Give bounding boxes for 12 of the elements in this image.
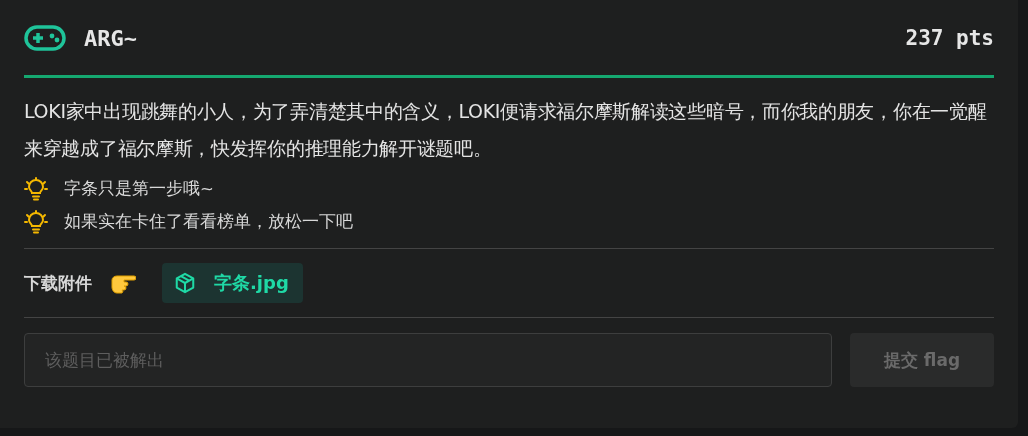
lightbulb-icon [24, 210, 48, 234]
cube-icon [174, 272, 196, 294]
challenge-title: ARG~ [84, 25, 137, 51]
gamepad-icon [24, 25, 66, 51]
attachments-label: 下载附件 [24, 271, 92, 295]
challenge-description: LOKI家中出现跳舞的小人，为了弄清楚其中的含义，LOKI便请求福尔摩斯解读这些暗号，而你我的朋友，你在一觉醒来穿越成了福尔摩斯，快发挥你的推理能力解开谜题吧。 [24, 99, 988, 161]
hint-text: 字条只是第一步哦~ [64, 178, 214, 200]
hint-text: 如果实在卡住了看看榜单，放松一下吧 [64, 211, 353, 233]
points-label: 237 pts [905, 26, 994, 50]
attachment-link[interactable]: 字条.jpg [162, 263, 303, 303]
pointing-hand-icon [110, 272, 136, 294]
lightbulb-icon [24, 177, 48, 201]
